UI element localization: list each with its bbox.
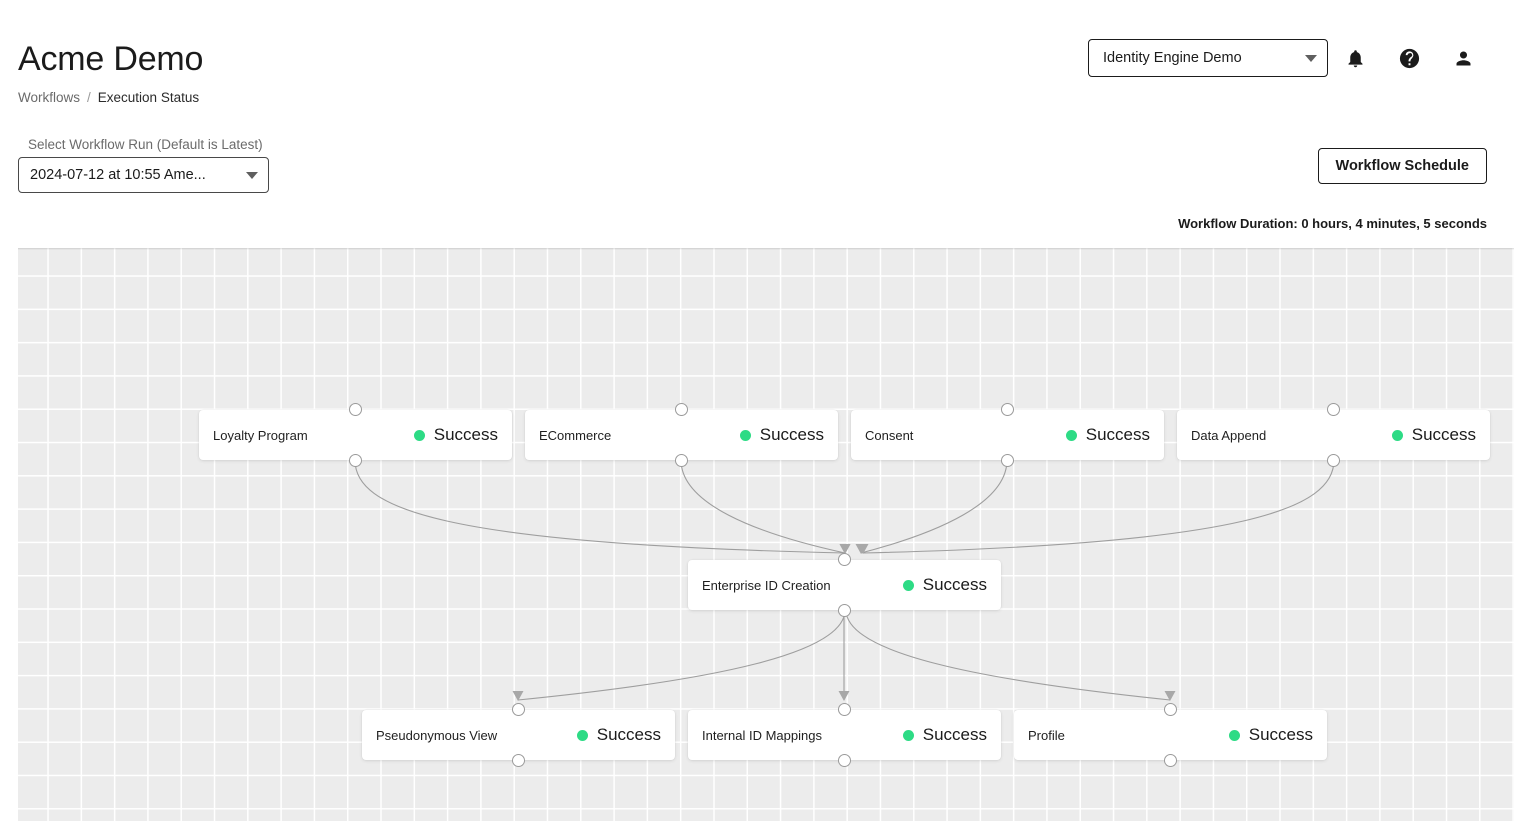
node-port-top[interactable]	[349, 403, 362, 416]
node-port-bottom[interactable]	[675, 454, 688, 467]
header-actions: Identity Engine Demo	[1088, 38, 1490, 78]
help-button[interactable]	[1382, 38, 1436, 78]
run-picker-label: Select Workflow Run (Default is Latest)	[28, 137, 263, 152]
node-port-bottom[interactable]	[1327, 454, 1340, 467]
node-title: Enterprise ID Creation	[702, 577, 831, 593]
node-port-bottom[interactable]	[512, 754, 525, 767]
status-dot-icon	[1391, 429, 1403, 441]
node-status-label: Success	[433, 425, 498, 444]
node-port-top[interactable]	[1327, 403, 1340, 416]
node-title: Consent	[865, 427, 914, 443]
node-status: Success	[1065, 425, 1150, 445]
workflow-duration-text: Workflow Duration: 0 hours, 4 minutes, 5…	[1178, 216, 1487, 231]
user-icon	[1453, 48, 1474, 69]
workflow-schedule-button[interactable]: Workflow Schedule	[1317, 148, 1487, 184]
workflow-node-internal-id-mappings[interactable]: Internal ID Mappings Success	[688, 703, 1001, 767]
node-status-label: Success	[596, 725, 661, 744]
node-status: Success	[413, 425, 498, 445]
help-circle-icon	[1398, 47, 1421, 70]
workflow-node-data-append[interactable]: Data Append Success	[1177, 403, 1490, 467]
node-status: Success	[902, 575, 987, 595]
node-port-top[interactable]	[675, 403, 688, 416]
workflow-run-selector[interactable]: 2024-07-12 at 10:55 Ame...	[18, 157, 269, 193]
node-port-bottom[interactable]	[1001, 454, 1014, 467]
node-port-bottom[interactable]	[349, 454, 362, 467]
node-status-label: Success	[1085, 425, 1150, 444]
breadcrumb-item-execution-status: Execution Status	[97, 90, 200, 105]
node-title: Loyalty Program	[213, 427, 308, 443]
node-title: Data Append	[1191, 427, 1267, 443]
workflow-node-loyalty-program[interactable]: Loyalty Program Success	[199, 403, 512, 467]
tenant-selector[interactable]: Identity Engine Demo	[1088, 39, 1328, 77]
status-dot-icon	[739, 429, 751, 441]
node-port-top[interactable]	[838, 703, 851, 716]
node-port-top[interactable]	[838, 553, 851, 566]
workflow-graph-canvas[interactable]: Loyalty Program Success ECommerce Succes…	[18, 248, 1514, 821]
breadcrumb: Workflows / Execution Status	[18, 90, 199, 105]
breadcrumb-item-workflows[interactable]: Workflows	[18, 90, 80, 105]
node-status: Success	[1228, 725, 1313, 745]
node-port-bottom[interactable]	[838, 754, 851, 767]
chevron-down-icon	[246, 171, 258, 179]
status-dot-icon	[413, 429, 425, 441]
node-port-bottom[interactable]	[1164, 754, 1177, 767]
status-dot-icon	[902, 579, 914, 591]
workflow-node-enterprise-id-creation[interactable]: Enterprise ID Creation Success	[688, 553, 1001, 617]
node-status-label: Success	[759, 425, 824, 444]
node-status-label: Success	[1411, 425, 1476, 444]
node-port-top[interactable]	[1164, 703, 1177, 716]
node-status-label: Success	[922, 725, 987, 744]
bell-icon	[1345, 48, 1366, 69]
status-dot-icon	[902, 729, 914, 741]
workflow-node-ecommerce[interactable]: ECommerce Success	[525, 403, 838, 467]
node-status: Success	[576, 725, 661, 745]
workflow-node-pseudonymous-view[interactable]: Pseudonymous View Success	[362, 703, 675, 767]
node-status: Success	[739, 425, 824, 445]
node-port-bottom[interactable]	[838, 604, 851, 617]
app-header: Acme Demo Identity Engine Demo	[0, 0, 1514, 88]
canvas-top-shadow	[18, 248, 1514, 250]
node-status: Success	[902, 725, 987, 745]
node-port-top[interactable]	[1001, 403, 1014, 416]
node-status: Success	[1391, 425, 1476, 445]
workflow-node-profile[interactable]: Profile Success	[1014, 703, 1327, 767]
node-title: Profile	[1028, 727, 1065, 743]
node-title: Internal ID Mappings	[702, 727, 822, 743]
account-button[interactable]	[1436, 38, 1490, 78]
workflow-run-selector-value: 2024-07-12 at 10:55 Ame...	[30, 167, 206, 183]
status-dot-icon	[1228, 729, 1240, 741]
status-dot-icon	[576, 729, 588, 741]
workflow-node-consent[interactable]: Consent Success	[851, 403, 1164, 467]
node-port-top[interactable]	[512, 703, 525, 716]
tenant-selector-value: Identity Engine Demo	[1103, 50, 1242, 66]
node-title: Pseudonymous View	[376, 727, 498, 743]
page-title: Acme Demo	[18, 40, 204, 78]
notifications-button[interactable]	[1328, 38, 1382, 78]
node-status-label: Success	[1248, 725, 1313, 744]
node-title: ECommerce	[539, 427, 612, 443]
node-status-label: Success	[922, 575, 987, 594]
status-dot-icon	[1065, 429, 1077, 441]
breadcrumb-separator: /	[87, 90, 91, 105]
chevron-down-icon	[1305, 54, 1317, 62]
